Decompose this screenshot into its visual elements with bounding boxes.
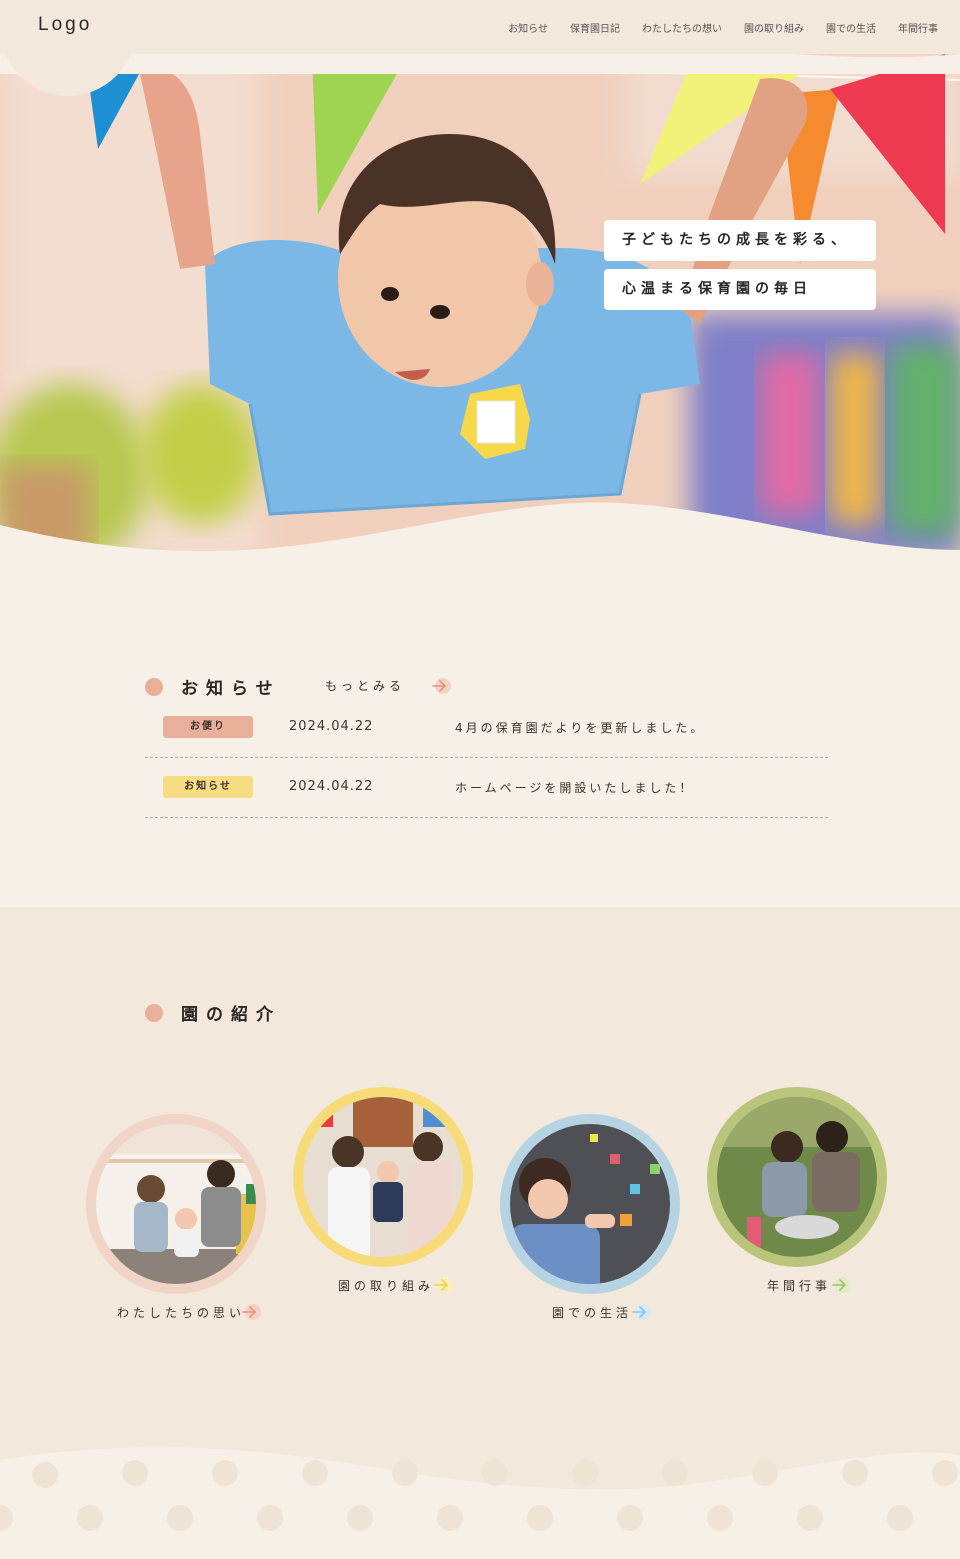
intro-card-label[interactable]: 年間行事 [767, 1277, 831, 1294]
heading-dot-icon [145, 1003, 163, 1022]
events-photo [707, 1087, 887, 1267]
news-tag-badge: お知らせ [163, 776, 253, 798]
daily-life-photo [500, 1114, 680, 1294]
intro-title: 園の紹介 [181, 1005, 281, 1025]
site-logo[interactable]: Logo [38, 14, 92, 36]
nav-item-efforts[interactable]: 園の取り組み [744, 20, 804, 35]
intro-card-label[interactable]: 園での生活 [552, 1304, 632, 1321]
news-title-text[interactable]: 4月の保育園だよりを更新しました。 [455, 719, 705, 736]
hero-catch-text-2: 心温まる保育園の毎日 [604, 269, 876, 310]
news-tag-badge: お便り [163, 716, 253, 738]
arrow-right-icon[interactable] [432, 1276, 454, 1293]
arrow-right-icon[interactable] [240, 1303, 262, 1320]
footer-wave-decoration [0, 1447, 960, 1559]
nav-item-news[interactable]: お知らせ [508, 20, 548, 35]
intro-card-philosophy[interactable] [86, 1114, 266, 1298]
news-row[interactable]: お便り 2024.04.22 4月の保育園だよりを更新しました。 [145, 699, 828, 758]
intro-card-label[interactable]: わたしたちの思い [117, 1304, 245, 1321]
nav-item-daily-life[interactable]: 園での生活 [826, 20, 876, 35]
arrow-right-icon[interactable] [830, 1276, 852, 1293]
hero-catch-text-1: 子どもたちの成長を彩る、 [604, 220, 876, 261]
news-row[interactable]: お知らせ 2024.04.22 ホームページを開設いたしました！ [145, 759, 828, 818]
hero-catch-line-2: 心温まる保育園の毎日 [604, 269, 876, 310]
philosophy-photo [86, 1114, 266, 1294]
hero-bottom-wave [0, 502, 960, 560]
news-date: 2024.04.22 [289, 719, 374, 734]
global-nav: お知らせ 保育園日記 わたしたちの想い 園の取り組み 園での生活 年間行事 [508, 20, 960, 35]
nav-item-events[interactable]: 年間行事 [898, 20, 938, 35]
intro-heading: 園の紹介 [145, 1000, 281, 1025]
arrow-right-icon[interactable] [630, 1303, 652, 1320]
efforts-photo [293, 1087, 473, 1267]
arrow-right-icon[interactable] [430, 677, 452, 694]
hero-wave-divider [0, 54, 960, 74]
intro-card-label[interactable]: 園の取り組み [338, 1277, 434, 1294]
news-date: 2024.04.22 [289, 779, 374, 794]
hero-catch-line-1: 子どもたちの成長を彩る、 [604, 220, 876, 261]
news-title: お知らせ [181, 679, 281, 699]
nav-item-diary[interactable]: 保育園日記 [570, 20, 620, 35]
news-title-text[interactable]: ホームページを開設いたしました！ [455, 779, 694, 796]
intro-card-events[interactable] [707, 1087, 887, 1271]
news-more-link[interactable]: もっとみる [325, 677, 405, 694]
intro-card-daily-life[interactable] [500, 1114, 680, 1298]
heading-dot-icon [145, 677, 163, 696]
news-heading: お知らせ [145, 674, 281, 699]
intro-card-efforts[interactable] [293, 1087, 473, 1271]
nav-item-philosophy[interactable]: わたしたちの想い [642, 20, 722, 35]
